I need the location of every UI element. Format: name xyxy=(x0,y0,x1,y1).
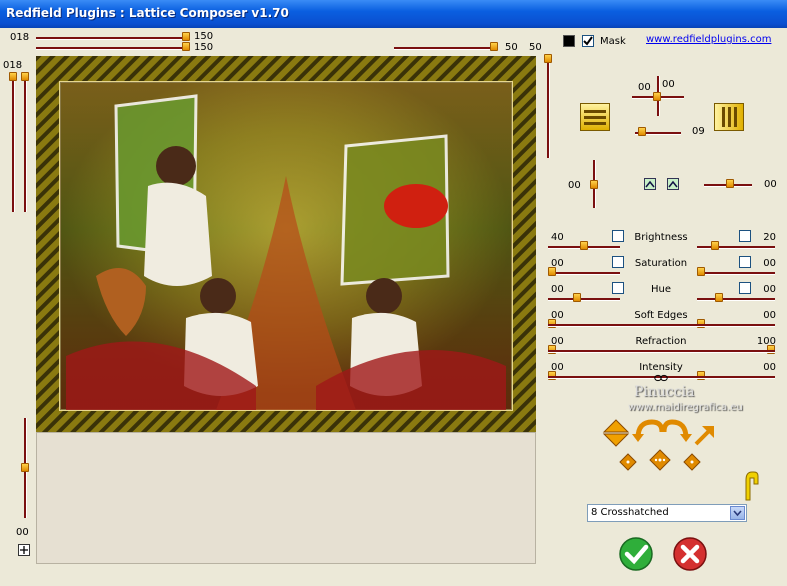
right-vslider-thumb[interactable] xyxy=(544,54,552,63)
preset-select-value: 8 Crosshatched xyxy=(591,507,669,518)
vertical-lines-icon xyxy=(722,107,737,127)
dice-small-right-icon[interactable] xyxy=(683,453,701,471)
horizontal-lattice-button[interactable] xyxy=(580,103,610,131)
slider-b-track[interactable] xyxy=(36,47,188,50)
lattice-preview-art xyxy=(36,56,536,432)
saturation-right-thumb[interactable] xyxy=(697,267,705,276)
watermark-name: Pinuccia xyxy=(634,384,695,400)
plus-icon xyxy=(20,546,28,554)
diagonal-arrow-icon[interactable] xyxy=(694,426,714,446)
right-vslider[interactable] xyxy=(547,58,550,158)
dice-center-icon[interactable] xyxy=(649,449,671,471)
left-rail-top-value: 018 xyxy=(3,60,23,71)
dropdown-button[interactable] xyxy=(730,506,745,520)
up-arrow-icon xyxy=(645,180,655,188)
mid-slider-thumb[interactable] xyxy=(490,42,498,51)
ok-button[interactable] xyxy=(618,536,654,572)
mask-color-swatch[interactable] xyxy=(563,35,575,47)
hue-right-thumb[interactable] xyxy=(715,293,723,302)
lattice-right-thumb[interactable] xyxy=(638,127,646,136)
preview-empty-area xyxy=(36,432,536,564)
lattice-cross-thumb[interactable] xyxy=(653,92,661,101)
mid-slider-track[interactable] xyxy=(394,47,496,50)
rotate-right-icon[interactable] xyxy=(661,419,692,442)
brightness-right-track[interactable] xyxy=(697,246,775,249)
lattice-far-right-value: 00 xyxy=(764,179,777,190)
preview-image[interactable] xyxy=(36,56,536,432)
saturation-left-track[interactable] xyxy=(548,272,620,275)
slider-b-value: 150 xyxy=(194,42,214,53)
brightness-right-checkbox[interactable] xyxy=(739,230,751,242)
title-bar: Redfield Plugins : Lattice Composer v1.7… xyxy=(0,0,787,28)
hue-right-track[interactable] xyxy=(697,298,775,301)
flip-vertical-icon[interactable] xyxy=(602,419,630,447)
saturation-left-thumb[interactable] xyxy=(548,267,556,276)
saturation-right-checkbox[interactable] xyxy=(739,256,751,268)
chevron-down-icon xyxy=(733,510,742,517)
slider-a-thumb[interactable] xyxy=(182,32,190,41)
hand-pointer-icon xyxy=(745,471,759,501)
lattice-left-thumb[interactable] xyxy=(590,180,598,189)
lattice-right-value: 09 xyxy=(692,126,705,137)
link-chain-icon[interactable] xyxy=(654,374,668,382)
refraction-label: Refraction xyxy=(635,336,687,347)
left-rail-bottom-value: 00 xyxy=(16,527,29,538)
preset-select[interactable]: 8 Crosshatched xyxy=(587,504,747,522)
lattice-center-value-b: 00 xyxy=(662,79,675,90)
horizontal-lines-icon xyxy=(584,110,606,125)
dice-small-left-icon[interactable] xyxy=(619,453,637,471)
up-arrow-icon xyxy=(668,180,678,188)
refraction-full-track[interactable] xyxy=(548,350,775,353)
cancel-button[interactable] xyxy=(672,536,708,572)
hue-left-track[interactable] xyxy=(548,298,620,301)
mirror-up-button-b[interactable] xyxy=(667,178,679,190)
saturation-label: Saturation xyxy=(634,258,688,269)
saturation-right-track[interactable] xyxy=(697,272,775,275)
rotate-left-icon[interactable] xyxy=(632,419,665,442)
mid-slider-value-b: 50 xyxy=(529,42,542,53)
brightness-left-thumb[interactable] xyxy=(580,241,588,250)
mask-label: Mask xyxy=(600,36,626,47)
slider-b-thumb[interactable] xyxy=(182,42,190,51)
left-vslider-b-thumb[interactable] xyxy=(21,72,29,81)
hue-left-thumb[interactable] xyxy=(573,293,581,302)
lattice-far-right-thumb[interactable] xyxy=(726,179,734,188)
watermark-site: www.maidiregrafica.eu xyxy=(628,402,743,413)
soft-edges-full-track[interactable] xyxy=(548,324,775,327)
left-vslider-a-thumb[interactable] xyxy=(9,72,17,81)
brightness-label: Brightness xyxy=(634,232,688,243)
vertical-lattice-button[interactable] xyxy=(714,103,744,131)
left-vslider-b[interactable] xyxy=(24,72,27,212)
brightness-right-thumb[interactable] xyxy=(711,241,719,250)
soft-edges-label: Soft Edges xyxy=(634,310,688,321)
redfield-link[interactable]: www.redfieldplugins.com xyxy=(646,34,771,46)
left-vslider-a[interactable] xyxy=(12,72,15,212)
lattice-left-value: 00 xyxy=(568,180,581,191)
lattice-center-value-a: 00 xyxy=(638,82,651,93)
intensity-label: Intensity xyxy=(639,362,683,373)
mid-slider-value: 50 xyxy=(505,42,518,53)
hue-label: Hue xyxy=(650,284,671,295)
top-left-value: 018 xyxy=(10,32,30,43)
slider-a-track[interactable] xyxy=(36,37,188,40)
mirror-up-button-a[interactable] xyxy=(644,178,656,190)
check-icon xyxy=(583,36,593,46)
mask-checkbox[interactable] xyxy=(582,35,594,47)
window-title: Redfield Plugins : Lattice Composer v1.7… xyxy=(6,6,289,20)
transform-controls xyxy=(602,419,714,471)
left-vslider-c-thumb[interactable] xyxy=(21,463,29,472)
hue-right-checkbox[interactable] xyxy=(739,282,751,294)
zoom-plus-button[interactable] xyxy=(18,544,30,556)
